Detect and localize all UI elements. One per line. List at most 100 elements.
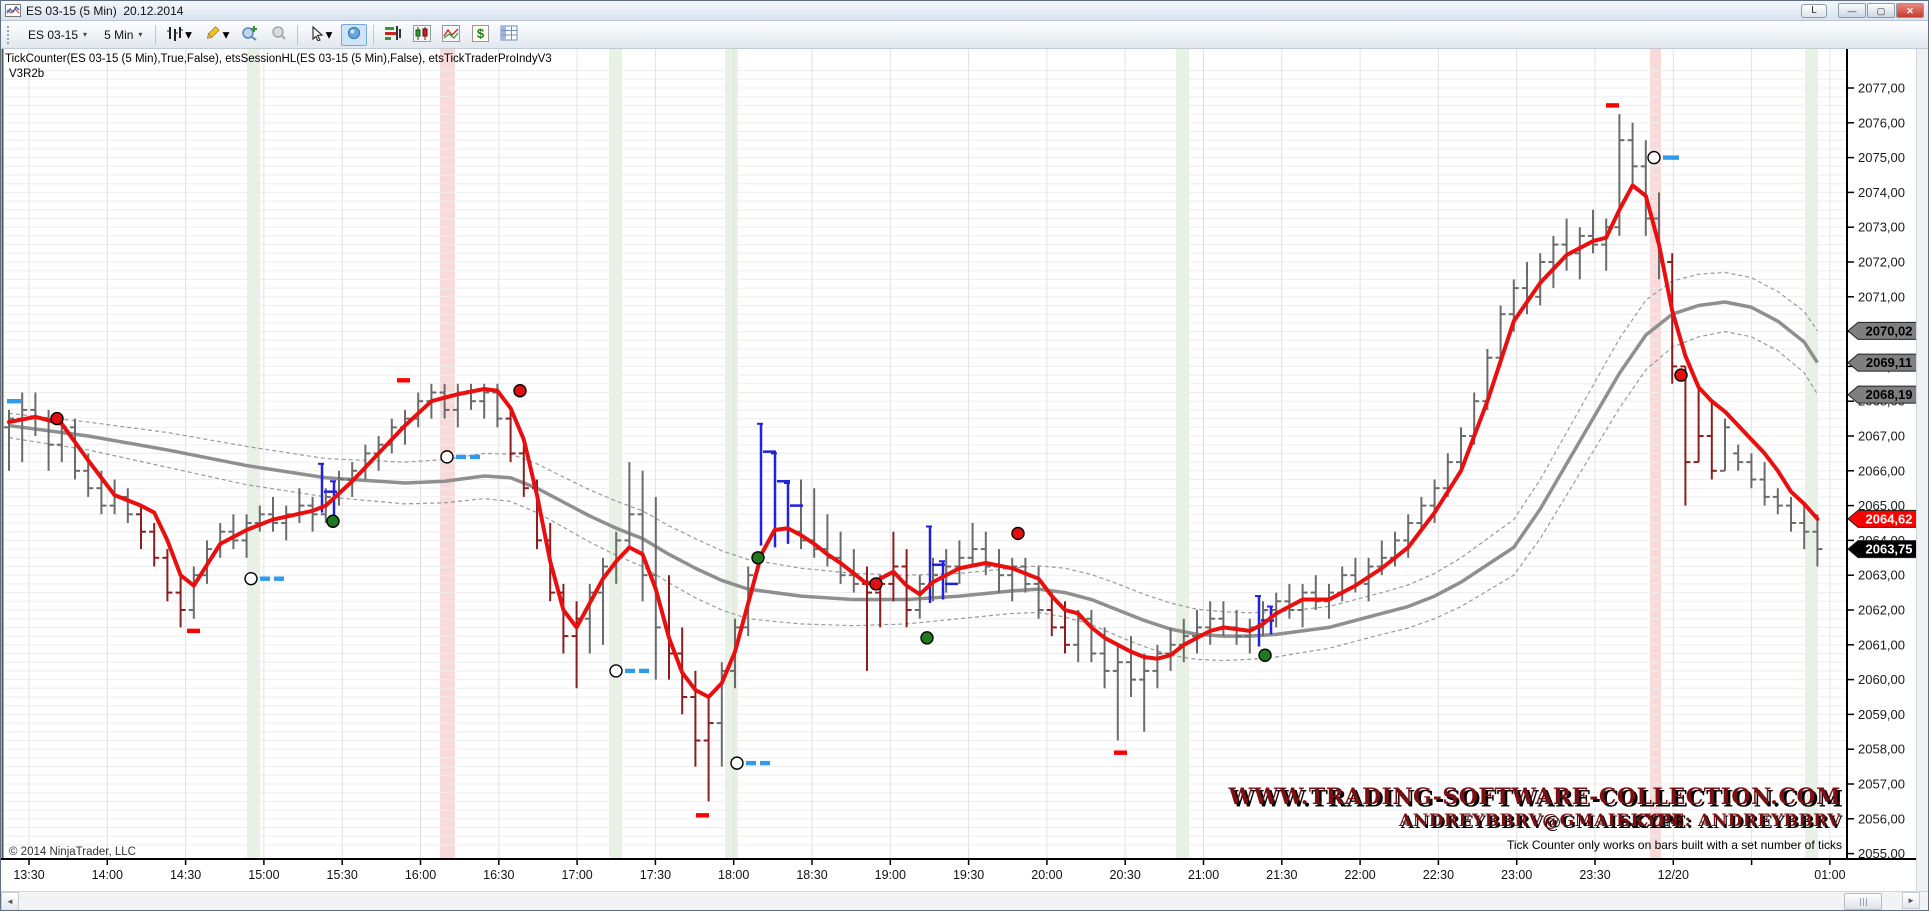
svg-text:20:00: 20:00 — [1031, 868, 1062, 882]
svg-text:2073,00: 2073,00 — [1858, 220, 1905, 235]
svg-text:2063,00: 2063,00 — [1858, 568, 1905, 583]
chevron-down-icon: ▾ — [185, 27, 192, 43]
chevron-down-icon: ▾ — [326, 27, 333, 43]
ninjatrader-window: ES 03-15 (5 Min) 20.12.2014 L — ▢ ✕ ES 0… — [0, 0, 1929, 911]
close-button[interactable]: ✕ — [1896, 3, 1924, 18]
scrollbar-thumb[interactable] — [1844, 893, 1882, 910]
chevron-down-icon: ▾ — [223, 27, 230, 43]
data-grid-button[interactable] — [496, 24, 522, 46]
svg-text:21:30: 21:30 — [1266, 868, 1297, 882]
zoom-out-icon — [270, 25, 287, 44]
data-grid-icon — [500, 25, 518, 44]
minimize-button[interactable]: — — [1838, 3, 1866, 18]
market-depth-button[interactable] — [380, 24, 406, 46]
svg-text:2076,00: 2076,00 — [1858, 115, 1905, 130]
market-depth-icon — [384, 25, 402, 44]
bars-period-button[interactable]: ▾ — [162, 24, 196, 46]
cursor-icon — [311, 26, 324, 44]
svg-text:23:30: 23:30 — [1579, 868, 1610, 882]
region-highlight-icon — [346, 25, 362, 44]
account-dollar-button[interactable]: $ — [467, 24, 493, 46]
chart-texts: TickCounter(ES 03-15 (5 Min),True,False)… — [5, 53, 1842, 858]
svg-text:18:30: 18:30 — [796, 868, 827, 882]
price-axis[interactable]: 2055,002056,002057,002058,002059,002060,… — [1847, 49, 1918, 891]
toolbar-separator — [155, 25, 156, 45]
toolbar-grip[interactable] — [7, 26, 14, 44]
svg-text:2056,00: 2056,00 — [1858, 811, 1905, 826]
svg-text:2074,00: 2074,00 — [1858, 185, 1905, 200]
right-resize-strip — [1916, 49, 1928, 891]
toolbar-separator — [297, 25, 298, 45]
svg-text:14:30: 14:30 — [170, 868, 201, 882]
interval-label: 5 Min — [104, 28, 133, 42]
svg-text:2069,11: 2069,11 — [1866, 355, 1912, 370]
svg-text:2066,00: 2066,00 — [1858, 463, 1905, 478]
svg-text:15:00: 15:00 — [248, 868, 279, 882]
chart-style-button[interactable] — [409, 24, 435, 46]
chart-style-icon — [413, 25, 431, 45]
chevron-down-icon: ▾ — [83, 30, 87, 39]
svg-text:15:30: 15:30 — [327, 868, 358, 882]
link-button[interactable]: L — [1801, 4, 1827, 18]
svg-text:17:30: 17:30 — [640, 868, 671, 882]
svg-text:20:30: 20:30 — [1110, 868, 1141, 882]
svg-text:16:00: 16:00 — [405, 868, 436, 882]
scrollbar-track[interactable]: ► — [19, 892, 1928, 911]
chart-app-icon — [5, 4, 21, 17]
toolbar-separator — [373, 25, 374, 45]
svg-text:14:00: 14:00 — [92, 868, 123, 882]
ohlc-bars — [4, 114, 1822, 801]
price-chart-canvas[interactable]: TickCounter(ES 03-15 (5 Min),True,False)… — [1, 49, 1918, 891]
title-bar[interactable]: ES 03-15 (5 Min) 20.12.2014 L — ▢ ✕ — [1, 1, 1928, 21]
maximize-button[interactable]: ▢ — [1867, 3, 1895, 18]
svg-text:2068,19: 2068,19 — [1866, 387, 1913, 402]
zoom-in-icon — [241, 25, 258, 44]
gridlines — [2, 49, 1847, 859]
drawing-tools-icon — [204, 25, 221, 44]
zoom-out-button[interactable] — [265, 24, 291, 46]
svg-text:SKYPE: ANDREYBBRV: SKYPE: ANDREYBBRV — [1618, 811, 1842, 831]
svg-text:$: $ — [477, 26, 485, 41]
scroll-right-button[interactable]: ► — [1902, 892, 1920, 909]
region-highlight-button[interactable] — [341, 24, 367, 46]
svg-text:2070,02: 2070,02 — [1866, 323, 1913, 338]
indicators-button[interactable] — [438, 24, 464, 46]
window-title: ES 03-15 (5 Min) 20.12.2014 — [26, 4, 183, 18]
svg-text:22:30: 22:30 — [1423, 868, 1454, 882]
svg-text:2063,75: 2063,75 — [1866, 542, 1913, 557]
svg-text:Tick Counter only works on bar: Tick Counter only works on bars built wi… — [1507, 838, 1842, 852]
svg-text:2072,00: 2072,00 — [1858, 255, 1905, 270]
svg-text:2064,62: 2064,62 — [1866, 511, 1913, 526]
drawing-tools-button[interactable]: ▾ — [199, 24, 233, 46]
toolbar: ES 03-15 ▾ 5 Min ▾ ▾ ▾ ▾ — [1, 21, 1928, 49]
moving-average-bands — [9, 272, 1817, 660]
svg-text:16:30: 16:30 — [483, 868, 514, 882]
svg-text:12/20: 12/20 — [1658, 868, 1689, 882]
cursor-button[interactable]: ▾ — [304, 24, 338, 46]
scroll-left-button[interactable]: ◄ — [1, 892, 19, 911]
bars-period-icon — [167, 25, 183, 44]
instrument-selector[interactable]: ES 03-15 ▾ — [21, 25, 94, 45]
interval-selector[interactable]: 5 Min ▾ — [97, 25, 149, 45]
svg-text:18:00: 18:00 — [718, 868, 749, 882]
svg-text:2077,00: 2077,00 — [1858, 81, 1905, 96]
watermark: WWW.TRADING-SOFTWARE-COLLECTION.COMWWW.T… — [1228, 784, 1844, 833]
svg-text:13:30: 13:30 — [13, 868, 44, 882]
svg-text:17:00: 17:00 — [561, 868, 592, 882]
svg-text:2067,00: 2067,00 — [1858, 429, 1905, 444]
account-dollar-icon: $ — [472, 25, 489, 45]
instrument-label: ES 03-15 — [28, 28, 78, 42]
chart-area: TickCounter(ES 03-15 (5 Min),True,False)… — [1, 49, 1928, 891]
svg-text:21:00: 21:00 — [1188, 868, 1219, 882]
svg-text:V3R2b: V3R2b — [9, 68, 44, 80]
svg-text:2060,00: 2060,00 — [1858, 672, 1905, 687]
svg-text:2071,00: 2071,00 — [1858, 289, 1905, 304]
svg-text:22:00: 22:00 — [1344, 868, 1375, 882]
svg-text:2059,00: 2059,00 — [1858, 707, 1905, 722]
svg-text:01:00: 01:00 — [1814, 868, 1845, 882]
svg-text:© 2014 NinjaTrader, LLC: © 2014 NinjaTrader, LLC — [9, 846, 136, 858]
time-axis[interactable]: 13:30 14:00 14:30 15:00 15:30 16:00 16:30 17:00… — [1, 859, 1918, 882]
zoom-in-button[interactable] — [236, 24, 262, 46]
svg-text:TickCounter(ES 03-15 (5 Min),T: TickCounter(ES 03-15 (5 Min),True,False)… — [5, 53, 552, 65]
chevron-down-icon: ▾ — [138, 30, 142, 39]
